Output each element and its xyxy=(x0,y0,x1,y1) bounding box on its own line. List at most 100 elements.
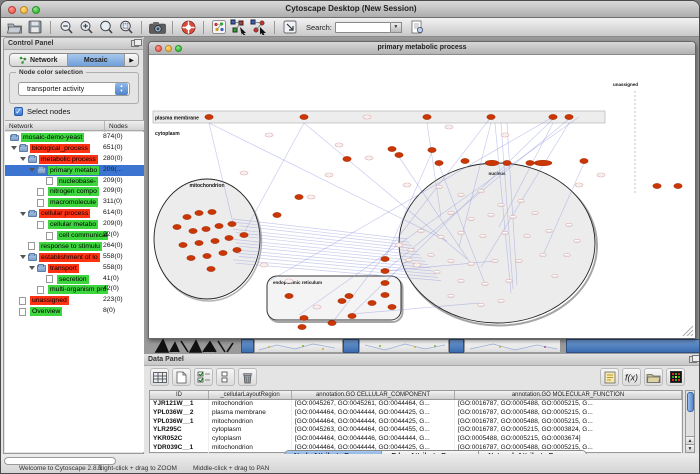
background-window[interactable] xyxy=(464,339,561,353)
background-window[interactable] xyxy=(254,339,343,353)
attribute-table-button[interactable] xyxy=(150,368,169,386)
tree-row[interactable]: secretion41(0) xyxy=(5,274,144,285)
snapshot-button[interactable] xyxy=(147,19,167,36)
select-attributes-button[interactable] xyxy=(194,368,213,386)
table-row[interactable]: YPL036W__2plasma membrane[GO:0044464, GO… xyxy=(150,409,682,418)
network-node[interactable] xyxy=(215,223,223,228)
tree-row[interactable]: biological_process651(0) xyxy=(5,143,144,154)
table-row[interactable]: YLR295Ccytoplasm[GO:0045263, GO:0044464,… xyxy=(150,426,682,435)
column-header[interactable]: ID xyxy=(150,391,209,399)
tree-row[interactable]: nitrogen compo209(0) xyxy=(5,186,144,197)
background-window[interactable] xyxy=(241,339,254,353)
network-node[interactable] xyxy=(461,158,469,163)
network-node[interactable] xyxy=(240,232,248,237)
network-node[interactable] xyxy=(428,147,436,152)
mitochondrion-region[interactable] xyxy=(154,179,260,299)
network-node[interactable] xyxy=(503,160,511,165)
scroll-up-arrow[interactable]: ▲ xyxy=(686,436,694,444)
network-node[interactable] xyxy=(580,158,588,163)
scrollbar-thumb[interactable] xyxy=(687,392,694,412)
column-header[interactable]: annotation.GO CELLULAR_COMPONENT xyxy=(292,391,455,399)
background-window[interactable] xyxy=(359,339,449,353)
network-node[interactable] xyxy=(228,221,236,226)
network-node[interactable] xyxy=(381,280,389,285)
table-row[interactable]: YPL036W__1mitochondrion[GO:0044464, GO:0… xyxy=(150,418,682,427)
table-scrollbar[interactable]: ▲ ▼ xyxy=(685,390,695,453)
network-node[interactable] xyxy=(183,214,191,219)
network-delete-button[interactable] xyxy=(249,19,269,36)
background-window[interactable] xyxy=(449,339,464,353)
column-header[interactable]: annotation.GO MOLECULAR_FUNCTION xyxy=(455,391,682,399)
network-node[interactable] xyxy=(328,320,336,325)
tab-mosaic[interactable]: Mosaic xyxy=(68,54,126,66)
network-node[interactable] xyxy=(173,224,181,229)
network-node[interactable] xyxy=(285,293,293,298)
help-button[interactable] xyxy=(178,19,198,36)
network-node[interactable] xyxy=(565,114,573,119)
nucleus-region[interactable] xyxy=(399,163,595,323)
network-edit-button[interactable] xyxy=(229,19,249,36)
zoom-region-button[interactable] xyxy=(116,19,136,36)
zoom-out-button[interactable] xyxy=(56,19,76,36)
unselect-attributes-button[interactable] xyxy=(216,368,235,386)
network-node[interactable] xyxy=(208,209,216,214)
network-node[interactable] xyxy=(343,156,351,161)
formula-button[interactable]: f(x) xyxy=(622,368,641,386)
network-node[interactable] xyxy=(395,152,403,157)
expander-icon[interactable] xyxy=(11,146,17,150)
network-node[interactable] xyxy=(207,266,215,271)
network-node[interactable] xyxy=(233,247,241,252)
network-node[interactable] xyxy=(485,160,499,166)
tree-row[interactable]: establishment of lo558(0) xyxy=(5,252,144,263)
network-node[interactable] xyxy=(653,183,661,188)
tree-row[interactable]: metabolic process280(0) xyxy=(5,154,144,165)
tree-row[interactable]: mosaic-demo-yeast874(0) xyxy=(5,132,144,143)
network-node[interactable] xyxy=(338,298,346,303)
select-nodes-checkbox[interactable]: ✓ xyxy=(14,107,23,116)
network-node[interactable] xyxy=(300,114,308,119)
network-node[interactable] xyxy=(211,238,219,243)
network-canvas[interactable]: plasma membranecytoplasmunassignedmitoch… xyxy=(149,55,695,338)
tree-row[interactable]: unassigned223(0) xyxy=(5,295,144,306)
new-attribute-button[interactable] xyxy=(172,368,191,386)
tab-network[interactable]: Network xyxy=(10,54,68,66)
resize-grip[interactable] xyxy=(691,334,693,336)
search-input[interactable] xyxy=(335,22,391,33)
attribute-report-button[interactable] xyxy=(600,368,619,386)
network-node[interactable] xyxy=(388,146,396,151)
expander-icon[interactable] xyxy=(29,266,35,270)
scroll-down-arrow[interactable]: ▼ xyxy=(686,444,694,452)
tree-row[interactable]: primary metabo209(... xyxy=(5,165,144,176)
matrix-button[interactable] xyxy=(666,368,685,386)
column-header[interactable]: _cellularLayoutRegion xyxy=(209,391,292,399)
network-node[interactable] xyxy=(435,160,443,165)
network-node[interactable] xyxy=(195,210,203,215)
tree-row[interactable]: cell communicat22(0) xyxy=(5,230,144,241)
tree-row[interactable]: transport558(0) xyxy=(5,263,144,274)
network-node[interactable] xyxy=(273,212,281,217)
network-node[interactable] xyxy=(189,228,197,233)
save-session-button[interactable] xyxy=(25,19,45,36)
network-node[interactable] xyxy=(423,114,431,119)
search-config-button[interactable] xyxy=(408,19,428,36)
table-row[interactable]: YJR121W__1mitochondrion[GO:0045267, GO:0… xyxy=(150,400,682,409)
network-node[interactable] xyxy=(295,194,303,199)
expander-icon[interactable] xyxy=(20,157,26,161)
network-node[interactable] xyxy=(195,240,203,245)
network-node[interactable] xyxy=(381,256,389,261)
tree-row[interactable]: cellular metabo209(0) xyxy=(5,219,144,230)
network-node[interactable] xyxy=(487,114,495,119)
network-node[interactable] xyxy=(348,313,356,318)
float-panel-icon[interactable] xyxy=(131,40,139,47)
network-window-titlebar[interactable]: primary metabolic process xyxy=(149,42,695,55)
tree-row[interactable]: macromolecule311(0) xyxy=(5,197,144,208)
network-node[interactable] xyxy=(381,268,389,273)
network-node[interactable] xyxy=(298,324,306,329)
background-window[interactable] xyxy=(566,339,700,353)
tree-row[interactable]: cellular process614(0) xyxy=(5,208,144,219)
expander-icon[interactable] xyxy=(20,255,26,259)
network-node[interactable] xyxy=(345,293,353,298)
network-node[interactable] xyxy=(368,300,376,305)
plasma-membrane-region[interactable] xyxy=(153,111,605,123)
node-color-dropdown[interactable]: transporter activity ▲▼ xyxy=(18,82,130,96)
